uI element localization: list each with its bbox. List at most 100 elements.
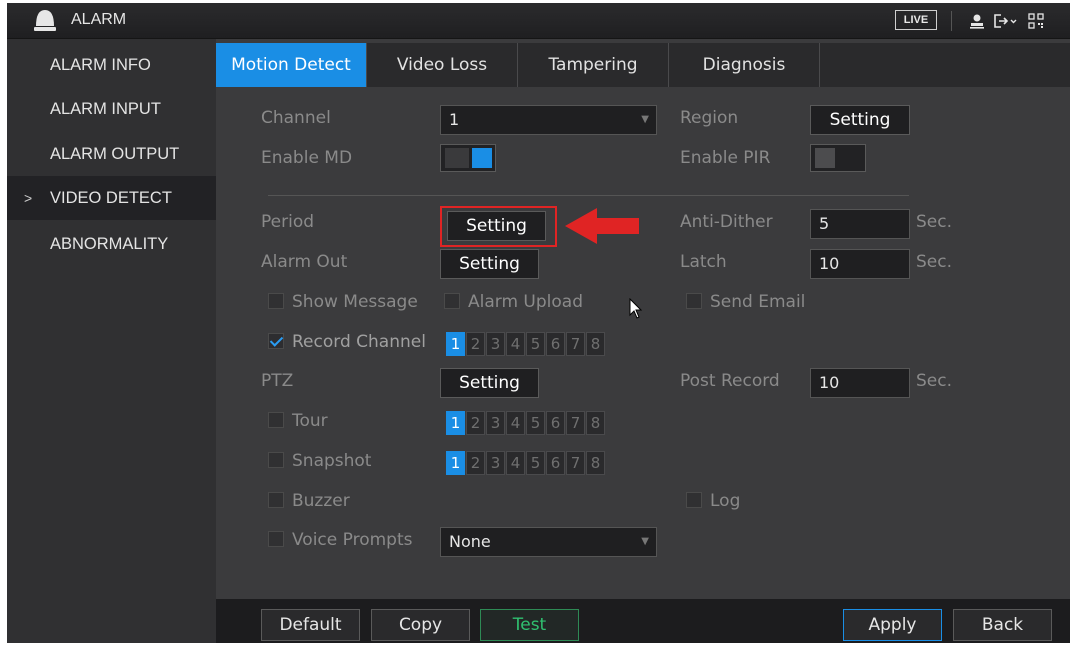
channel-5-toggle[interactable]: 5 bbox=[526, 411, 545, 435]
channel-4-toggle[interactable]: 4 bbox=[506, 332, 525, 356]
alarm-out-setting-button[interactable]: Setting bbox=[440, 249, 539, 279]
checkbox-box[interactable] bbox=[444, 293, 460, 309]
channel-3-toggle[interactable]: 3 bbox=[486, 411, 505, 435]
post-record-label: Post Record bbox=[680, 371, 780, 391]
checkbox-label: Send Email bbox=[710, 292, 806, 312]
motion-detect-panel: Channel 1 ▼ Region Setting Enable MD Ena… bbox=[216, 87, 1070, 599]
apply-button[interactable]: Apply bbox=[843, 609, 942, 641]
channel-8-toggle[interactable]: 8 bbox=[586, 332, 605, 356]
channel-2-toggle[interactable]: 2 bbox=[466, 451, 485, 475]
checkbox-box[interactable] bbox=[268, 412, 284, 428]
copy-button[interactable]: Copy bbox=[371, 609, 470, 641]
sidebar-item-alarm-info[interactable]: ALARM INFO bbox=[7, 43, 216, 87]
alarm-out-label: Alarm Out bbox=[261, 252, 348, 272]
log-checkbox[interactable]: Log bbox=[686, 491, 740, 515]
section-divider bbox=[268, 195, 909, 196]
sidebar-item-label: ABNORMALITY bbox=[50, 235, 169, 253]
sidebar-item-label: ALARM OUTPUT bbox=[50, 145, 180, 163]
voice-prompts-checkbox[interactable]: Voice Prompts bbox=[268, 530, 413, 554]
channel-4-toggle[interactable]: 4 bbox=[506, 411, 525, 435]
mouse-cursor-icon bbox=[629, 298, 643, 319]
channel-7-toggle[interactable]: 7 bbox=[566, 411, 585, 435]
channel-5-toggle[interactable]: 5 bbox=[526, 451, 545, 475]
checkbox-box[interactable] bbox=[268, 531, 284, 547]
checkbox-label: Show Message bbox=[292, 292, 418, 312]
enable-pir-label: Enable PIR bbox=[680, 148, 771, 168]
channel-select[interactable]: 1 ▼ bbox=[440, 105, 657, 135]
channel-6-toggle[interactable]: 6 bbox=[546, 451, 565, 475]
chevron-right-icon: > bbox=[24, 190, 33, 206]
channel-2-toggle[interactable]: 2 bbox=[466, 332, 485, 356]
snapshot-checkbox[interactable]: Snapshot bbox=[268, 451, 371, 475]
show-message-checkbox[interactable]: Show Message bbox=[268, 292, 418, 316]
back-button[interactable]: Back bbox=[953, 609, 1052, 641]
checkbox-box[interactable] bbox=[268, 333, 284, 349]
alarm-bell-icon bbox=[34, 10, 56, 31]
checkbox-box[interactable] bbox=[686, 492, 702, 508]
tour-checkbox[interactable]: Tour bbox=[268, 411, 328, 435]
channel-6-toggle[interactable]: 6 bbox=[546, 332, 565, 356]
channel-6-toggle[interactable]: 6 bbox=[546, 411, 565, 435]
ptz-label: PTZ bbox=[261, 371, 294, 391]
buzzer-checkbox[interactable]: Buzzer bbox=[268, 491, 350, 515]
anti-dither-input[interactable]: 5 bbox=[810, 209, 910, 239]
enable-pir-toggle[interactable] bbox=[810, 144, 866, 172]
highlight-box bbox=[440, 206, 557, 247]
post-record-input[interactable]: 10 bbox=[810, 368, 910, 398]
sidebar-item-label: VIDEO DETECT bbox=[50, 189, 172, 207]
chevron-down-icon: ▼ bbox=[641, 114, 649, 125]
period-label: Period bbox=[261, 212, 315, 232]
red-arrow-icon bbox=[565, 208, 639, 244]
enable-md-label: Enable MD bbox=[261, 148, 353, 168]
logout-icon[interactable] bbox=[992, 11, 1018, 31]
footer-bar: Default Copy Test Apply Back bbox=[216, 599, 1070, 643]
sidebar-item-abnormality[interactable]: ABNORMALITY bbox=[7, 222, 216, 266]
channel-7-toggle[interactable]: 7 bbox=[566, 332, 585, 356]
channel-8-toggle[interactable]: 8 bbox=[586, 451, 605, 475]
channel-3-toggle[interactable]: 3 bbox=[486, 332, 505, 356]
checkbox-box[interactable] bbox=[268, 492, 284, 508]
channel-1-toggle[interactable]: 1 bbox=[446, 411, 465, 435]
tab-motion-detect[interactable]: Motion Detect bbox=[216, 43, 367, 87]
tab-video-loss[interactable]: Video Loss bbox=[367, 43, 518, 87]
post-record-unit: Sec. bbox=[916, 371, 953, 391]
toolbar-divider bbox=[951, 11, 952, 31]
test-button[interactable]: Test bbox=[480, 609, 579, 641]
tab-tampering[interactable]: Tampering bbox=[518, 43, 669, 87]
toggle-knob bbox=[472, 148, 492, 168]
sidebar-item-alarm-output[interactable]: ALARM OUTPUT bbox=[7, 132, 216, 176]
send-email-checkbox[interactable]: Send Email bbox=[686, 292, 805, 316]
user-icon[interactable] bbox=[967, 11, 987, 31]
channel-1-toggle[interactable]: 1 bbox=[446, 451, 465, 475]
channel-5-toggle[interactable]: 5 bbox=[526, 332, 545, 356]
region-setting-button[interactable]: Setting bbox=[810, 105, 910, 135]
title-bar: ALARM LIVE bbox=[7, 3, 1070, 39]
voice-prompts-select[interactable]: None ▼ bbox=[440, 527, 657, 557]
default-button[interactable]: Default bbox=[261, 609, 360, 641]
qr-code-icon[interactable] bbox=[1026, 11, 1046, 31]
checkbox-label: Tour bbox=[292, 411, 328, 431]
anti-dither-label: Anti-Dither bbox=[680, 212, 773, 232]
sidebar-item-alarm-input[interactable]: ALARM INPUT bbox=[7, 87, 216, 131]
channel-4-toggle[interactable]: 4 bbox=[506, 451, 525, 475]
latch-unit: Sec. bbox=[916, 252, 953, 272]
enable-md-toggle[interactable] bbox=[440, 144, 496, 172]
region-label: Region bbox=[680, 108, 739, 128]
live-button[interactable]: LIVE bbox=[895, 10, 937, 30]
latch-input[interactable]: 10 bbox=[810, 249, 910, 279]
checkbox-box[interactable] bbox=[268, 452, 284, 468]
checkbox-label: Log bbox=[710, 491, 741, 511]
channel-8-toggle[interactable]: 8 bbox=[586, 411, 605, 435]
ptz-setting-button[interactable]: Setting bbox=[440, 368, 539, 398]
sidebar-item-video-detect[interactable]: > VIDEO DETECT bbox=[7, 176, 216, 220]
checkbox-label: Record Channel bbox=[292, 332, 426, 352]
channel-7-toggle[interactable]: 7 bbox=[566, 451, 585, 475]
record-channel-checkbox[interactable]: Record Channel bbox=[268, 332, 426, 356]
channel-3-toggle[interactable]: 3 bbox=[486, 451, 505, 475]
checkbox-box[interactable] bbox=[686, 293, 702, 309]
checkbox-box[interactable] bbox=[268, 293, 284, 309]
tab-diagnosis[interactable]: Diagnosis bbox=[669, 43, 820, 87]
channel-1-toggle[interactable]: 1 bbox=[446, 332, 465, 356]
channel-2-toggle[interactable]: 2 bbox=[466, 411, 485, 435]
alarm-upload-checkbox[interactable]: Alarm Upload bbox=[444, 292, 583, 316]
